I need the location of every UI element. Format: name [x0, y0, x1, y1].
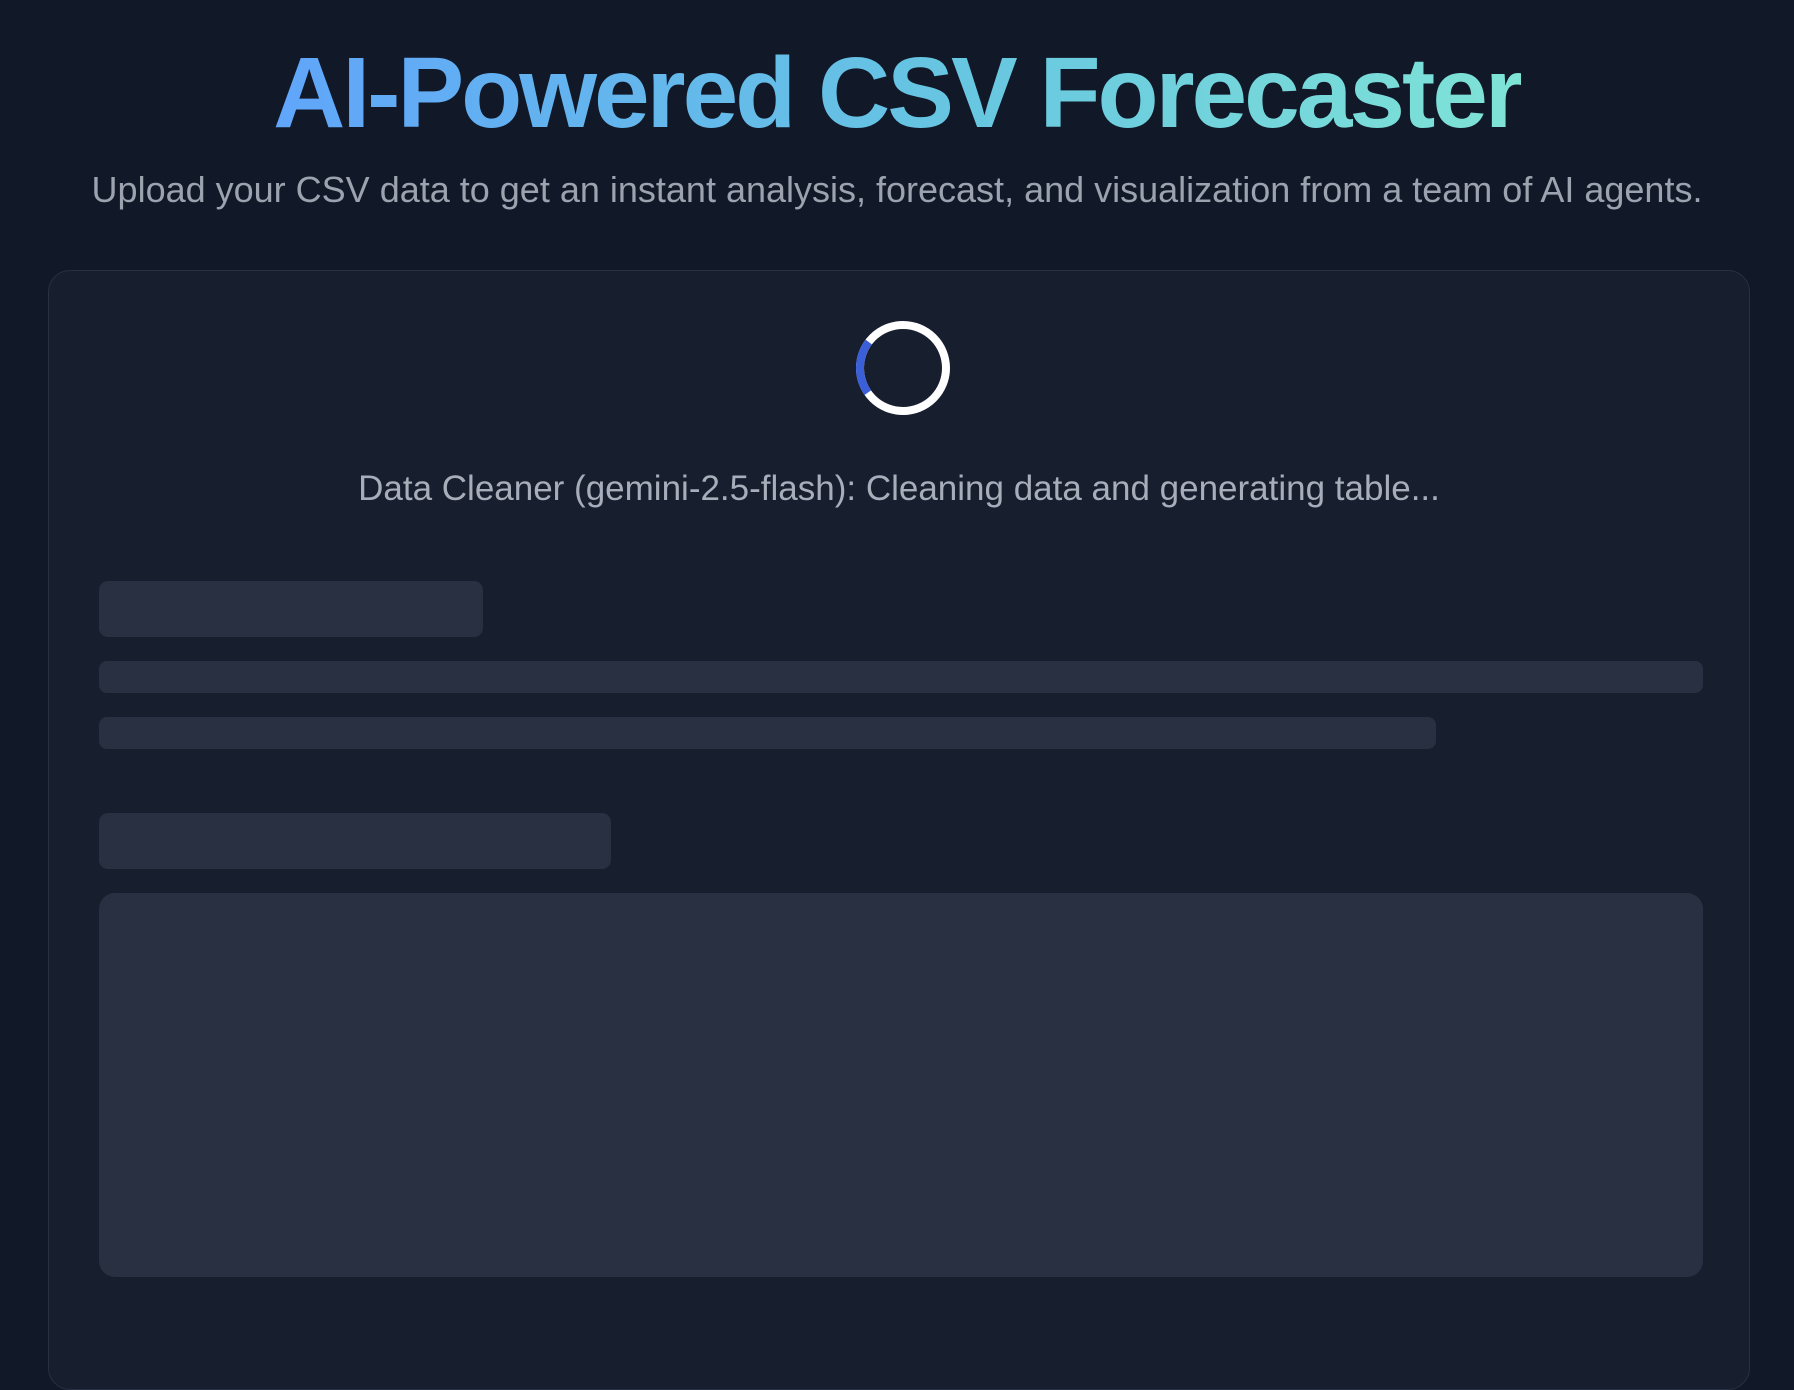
- results-card: Data Cleaner (gemini-2.5-flash): Cleanin…: [48, 270, 1750, 1390]
- skeleton-text-line-short: [99, 717, 1436, 749]
- page-header: AI-Powered CSV Forecaster Upload your CS…: [0, 0, 1794, 212]
- agent-status-text: Data Cleaner (gemini-2.5-flash): Cleanin…: [358, 469, 1440, 508]
- spinner-arc: [856, 321, 950, 415]
- page-title: AI-Powered CSV Forecaster: [273, 0, 1524, 148]
- skeleton-heading-secondary: [99, 813, 611, 869]
- skeleton-heading: [99, 581, 483, 637]
- skeleton-text-line: [99, 661, 1703, 693]
- spinner-track: [856, 321, 950, 415]
- skeleton-content-block: [99, 893, 1703, 1277]
- page-subtitle: Upload your CSV data to get an instant a…: [91, 169, 1703, 210]
- loading-spinner-icon: [856, 321, 950, 415]
